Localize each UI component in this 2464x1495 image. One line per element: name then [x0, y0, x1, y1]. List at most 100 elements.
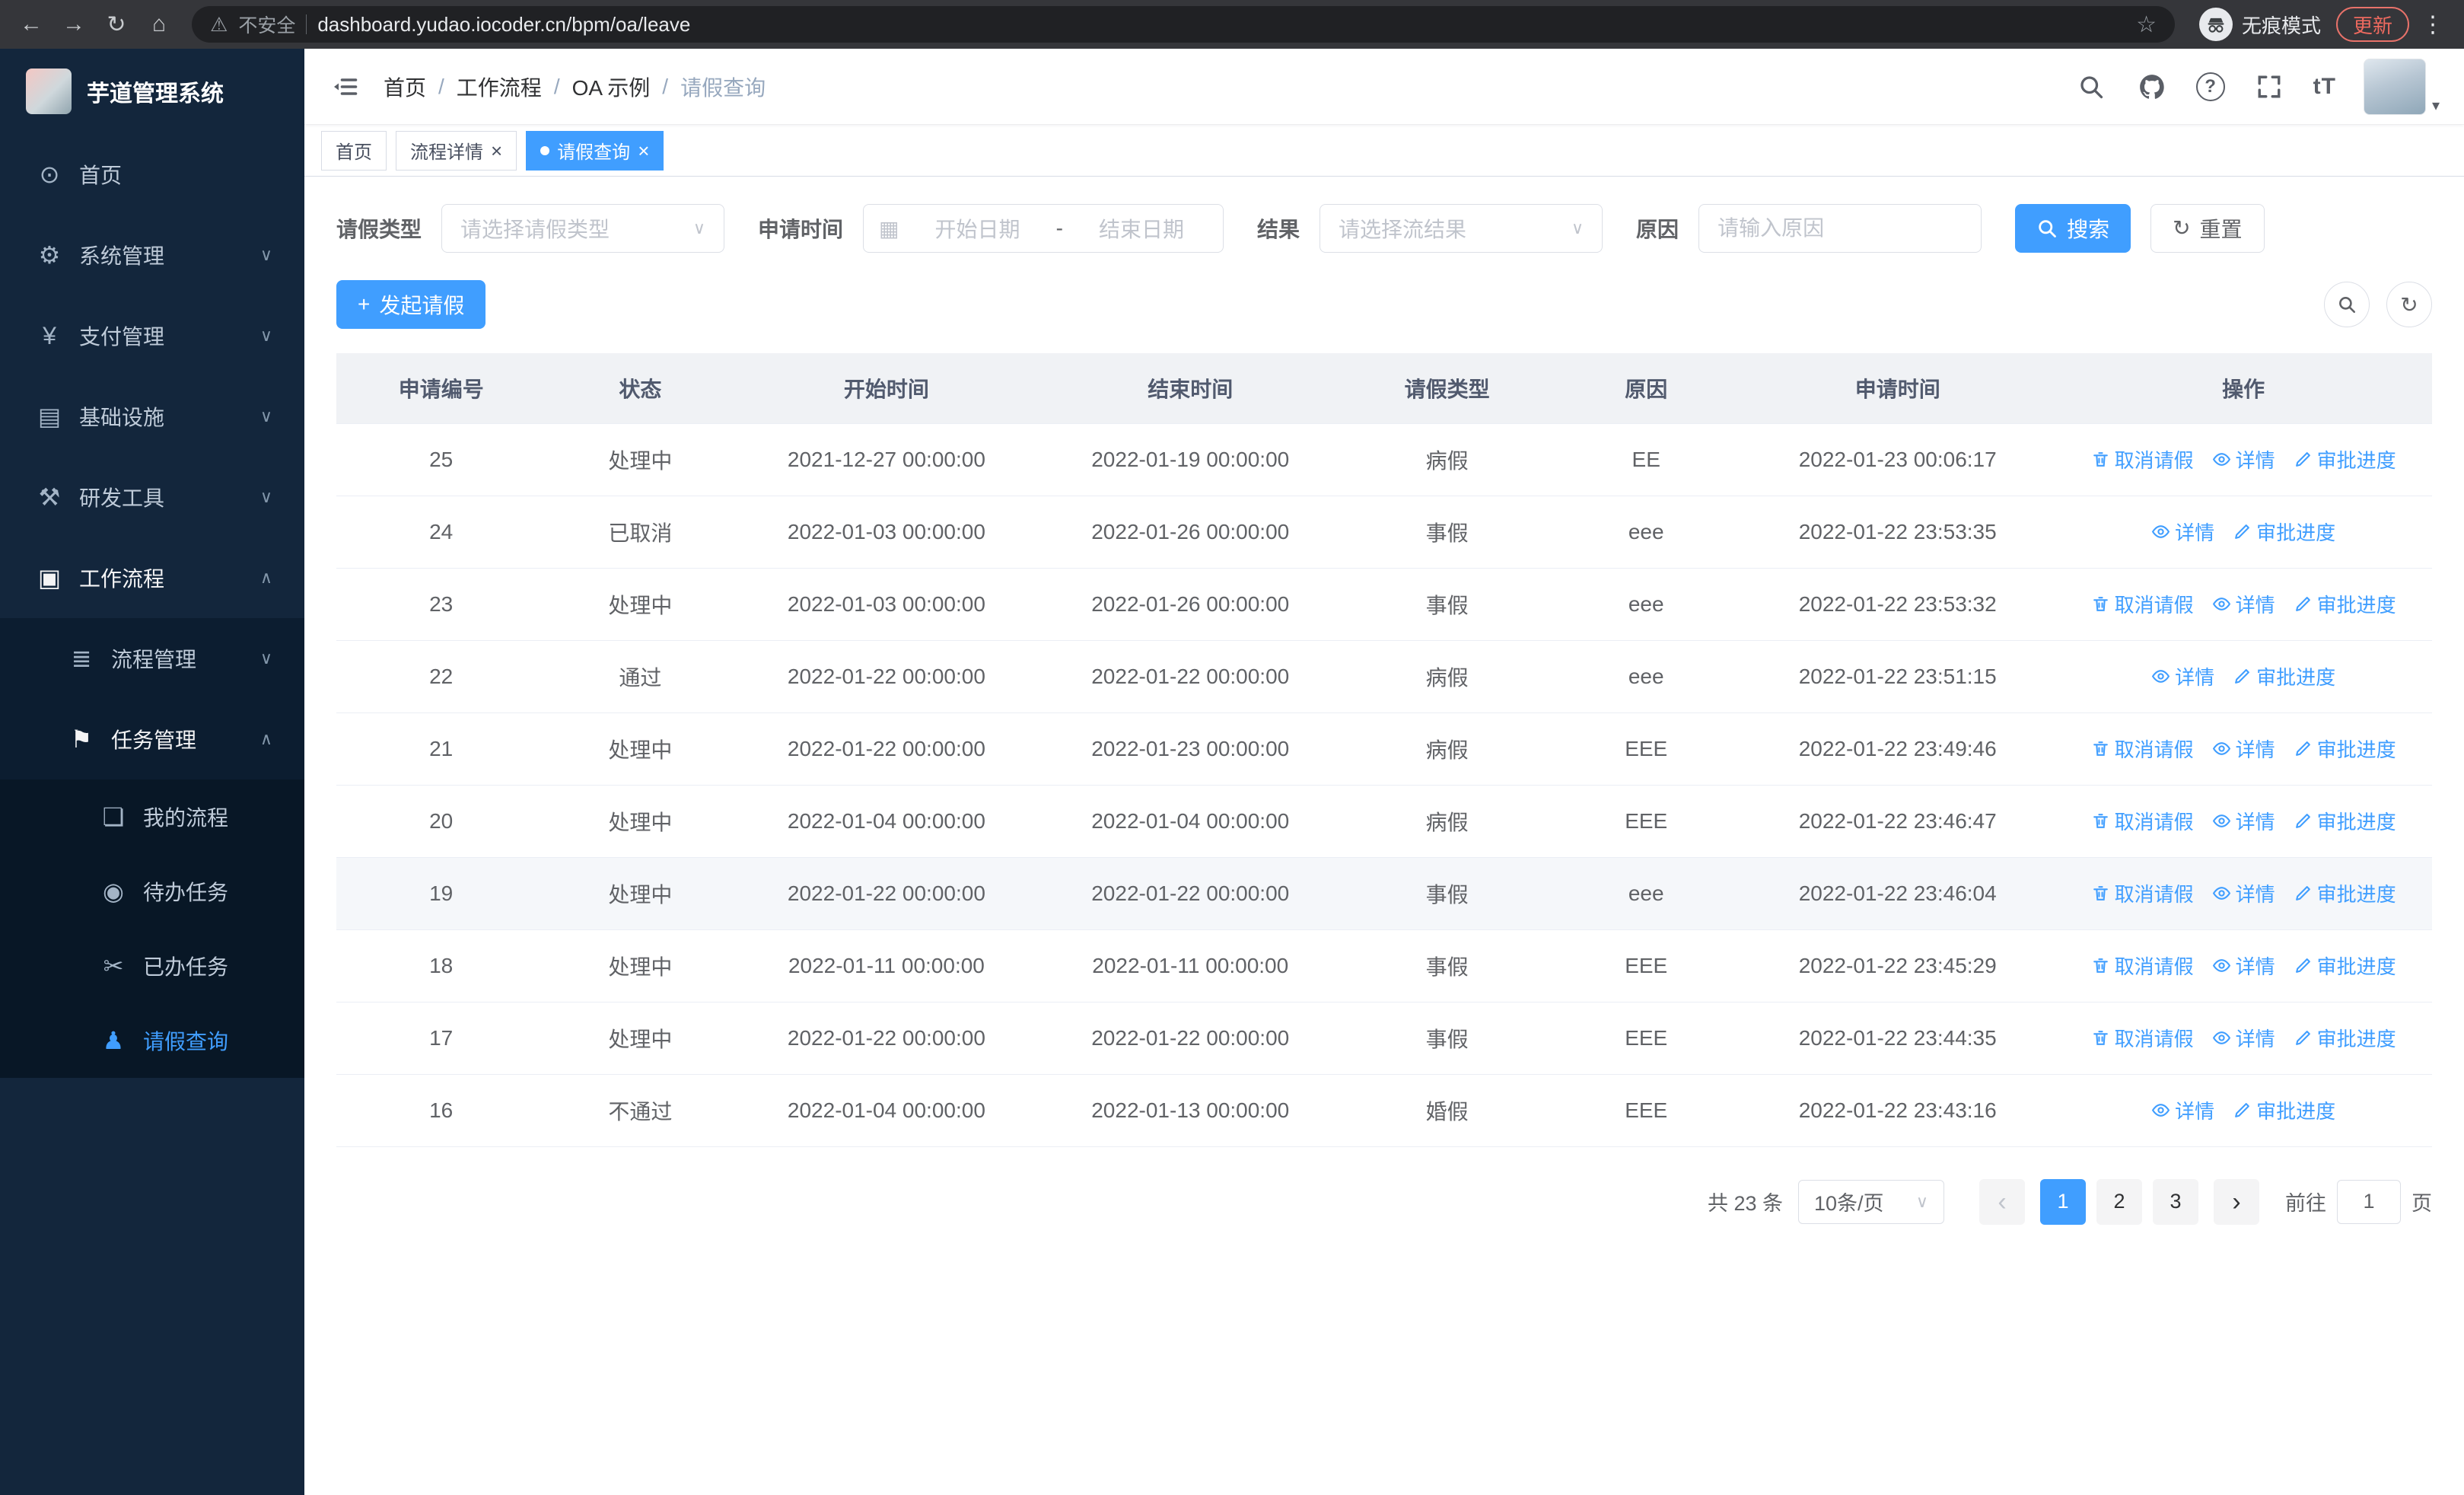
browser-update-button[interactable]: 更新	[2335, 7, 2409, 42]
progress-action-link[interactable]: 审批进度	[2233, 518, 2335, 546]
tab-close-icon[interactable]: ×	[638, 141, 649, 161]
sidebar-item-my-process[interactable]: ❏ 我的流程	[0, 779, 304, 854]
progress-action-link[interactable]: 审批进度	[2233, 1096, 2335, 1124]
page-button-3[interactable]: 3	[2153, 1178, 2198, 1225]
security-label[interactable]: 不安全	[238, 11, 295, 38]
date-range-picker[interactable]: ▦ 开始日期 - 结束日期	[863, 204, 1224, 253]
address-bar[interactable]: ⚠ 不安全 dashboard.yudao.iocoder.cn/bpm/oa/…	[192, 6, 2175, 43]
page-size-select[interactable]: 10条/页 ∨	[1798, 1179, 1944, 1224]
reason-input[interactable]	[1698, 204, 1982, 253]
reset-button[interactable]: ↻ 重置	[2150, 204, 2265, 253]
result-select[interactable]: 请选择流结果 ∨	[1320, 204, 1603, 253]
tab-close-icon[interactable]: ×	[491, 141, 502, 161]
detail-action-link[interactable]: 详情	[2151, 518, 2214, 546]
progress-action-link[interactable]: 审批进度	[2294, 807, 2396, 835]
row-actions: 取消请假 详情 审批进度	[2055, 1002, 2432, 1075]
action-label: 审批进度	[2256, 521, 2336, 544]
tab-home[interactable]: 首页	[321, 130, 387, 171]
forward-button[interactable]: →	[55, 5, 93, 43]
cancel-action-link[interactable]: 取消请假	[2091, 952, 2194, 980]
detail-action-link[interactable]: 详情	[2212, 590, 2275, 618]
sidebar: 芋道管理系统 ⊙ 首页 ⚙ 系统管理 ∨ ¥ 支付管理 ∨ ▤ 基础设施 ∨ ⚒ 研发工具 ∨ ▣ 工作流程 ∧…	[0, 49, 304, 1495]
detail-action-link[interactable]: 详情	[2212, 879, 2275, 907]
action-label: 取消请假	[2114, 448, 2194, 472]
detail-action-link[interactable]: 详情	[2212, 445, 2275, 473]
progress-action-link[interactable]: 审批进度	[2294, 590, 2396, 618]
sidebar-item-process-mgmt[interactable]: ≣ 流程管理 ∨	[0, 618, 304, 699]
sidebar-item-devtools[interactable]: ⚒ 研发工具 ∨	[0, 457, 304, 537]
sidebar-item-payment[interactable]: ¥ 支付管理 ∨	[0, 295, 304, 376]
page-size-value: 10条/页	[1814, 1192, 1884, 1215]
detail-action-link[interactable]: 详情	[2151, 662, 2214, 690]
cancel-action-link[interactable]: 取消请假	[2091, 879, 2194, 907]
sidebar-item-label: 工作流程	[79, 567, 165, 591]
table-cell: 处理中	[546, 712, 735, 786]
detail-action-link[interactable]: 详情	[2212, 952, 2275, 980]
search-button[interactable]: 搜索	[2015, 204, 2131, 253]
back-button[interactable]: ←	[12, 5, 50, 43]
font-size-icon[interactable]: tT	[2313, 74, 2336, 100]
cancel-action-link[interactable]: 取消请假	[2091, 445, 2194, 473]
help-icon[interactable]: ?	[2195, 72, 2225, 101]
toggle-search-button[interactable]	[2324, 282, 2370, 327]
github-icon[interactable]	[2135, 70, 2169, 104]
sidebar-item-leave-query[interactable]: ♟ 请假查询	[0, 1003, 304, 1078]
sidebar-item-infra[interactable]: ▤ 基础设施 ∨	[0, 376, 304, 457]
progress-action-link[interactable]: 审批进度	[2294, 879, 2396, 907]
table-cell: 病假	[1342, 640, 1552, 713]
table-cell: 事假	[1342, 1002, 1552, 1075]
breadcrumb-item[interactable]: 工作流程	[457, 72, 542, 102]
eye-icon	[2212, 739, 2231, 758]
sidebar-item-todo-tasks[interactable]: ◉ 待办任务	[0, 854, 304, 929]
next-page-button[interactable]: ›	[2214, 1178, 2259, 1225]
tab-process-detail[interactable]: 流程详情 ×	[396, 130, 517, 171]
breadcrumb-item[interactable]: 首页	[384, 72, 426, 102]
sidebar-collapse-icon[interactable]	[329, 70, 362, 104]
breadcrumb-item[interactable]: OA 示例	[572, 72, 651, 102]
progress-action-link[interactable]: 审批进度	[2294, 952, 2396, 980]
browser-menu-icon[interactable]: ⋮	[2414, 11, 2452, 38]
sidebar-item-home[interactable]: ⊙ 首页	[0, 134, 304, 215]
sidebar-item-system[interactable]: ⚙ 系统管理 ∨	[0, 215, 304, 295]
detail-action-link[interactable]: 详情	[2151, 1096, 2214, 1124]
refresh-table-button[interactable]: ↻	[2386, 282, 2432, 327]
sidebar-item-workflow[interactable]: ▣ 工作流程 ∧	[0, 537, 304, 618]
page-button-1[interactable]: 1	[2040, 1178, 2086, 1225]
sidebar-item-task-mgmt[interactable]: ⚑ 任务管理 ∧	[0, 699, 304, 779]
user-avatar-menu[interactable]: ▾	[2363, 58, 2440, 115]
page-button-2[interactable]: 2	[2096, 1178, 2142, 1225]
create-leave-button[interactable]: + 发起请假	[336, 280, 486, 329]
bookmark-star-icon[interactable]: ☆	[2136, 11, 2157, 38]
goto-page-input[interactable]	[2337, 1179, 2401, 1224]
home-button[interactable]: ⌂	[140, 5, 178, 43]
fullscreen-icon[interactable]	[2252, 70, 2286, 104]
filter-form: 请假类型 请选择请假类型 ∨ 申请时间 ▦ 开始日期 - 结束日期 结果 请选择…	[336, 204, 2432, 253]
trash-icon	[2091, 594, 2110, 614]
progress-action-link[interactable]: 审批进度	[2294, 1024, 2396, 1052]
table-cell: 24	[336, 496, 546, 569]
app-logo[interactable]: 芋道管理系统	[0, 49, 304, 134]
tab-leave-query[interactable]: 请假查询 ×	[526, 130, 664, 171]
reload-button[interactable]: ↻	[97, 5, 135, 43]
cancel-action-link[interactable]: 取消请假	[2091, 735, 2194, 763]
progress-action-link[interactable]: 审批进度	[2294, 445, 2396, 473]
detail-action-link[interactable]: 详情	[2212, 1024, 2275, 1052]
comment-icon: ❏	[102, 803, 125, 830]
sidebar-item-label: 已办任务	[143, 955, 229, 979]
detail-action-link[interactable]: 详情	[2212, 807, 2275, 835]
url-text[interactable]: dashboard.yudao.iocoder.cn/bpm/oa/leave	[317, 13, 2125, 37]
detail-action-link[interactable]: 详情	[2212, 735, 2275, 763]
table-cell: 处理中	[546, 857, 735, 930]
cancel-action-link[interactable]: 取消请假	[2091, 590, 2194, 618]
cancel-action-link[interactable]: 取消请假	[2091, 807, 2194, 835]
progress-action-link[interactable]: 审批进度	[2294, 735, 2396, 763]
cancel-action-link[interactable]: 取消请假	[2091, 1024, 2194, 1052]
header-search-icon[interactable]	[2074, 70, 2108, 104]
sidebar-item-done-tasks[interactable]: ✂ 已办任务	[0, 929, 304, 1003]
chevron-left-icon: ‹	[1998, 1187, 2007, 1216]
prev-page-button[interactable]: ‹	[1979, 1178, 2025, 1225]
table-cell: 2022-01-22 00:00:00	[734, 857, 1039, 930]
progress-action-link[interactable]: 审批进度	[2233, 662, 2335, 690]
table-cell: EEE	[1552, 1002, 1741, 1075]
leave-type-select[interactable]: 请选择请假类型 ∨	[441, 204, 725, 253]
